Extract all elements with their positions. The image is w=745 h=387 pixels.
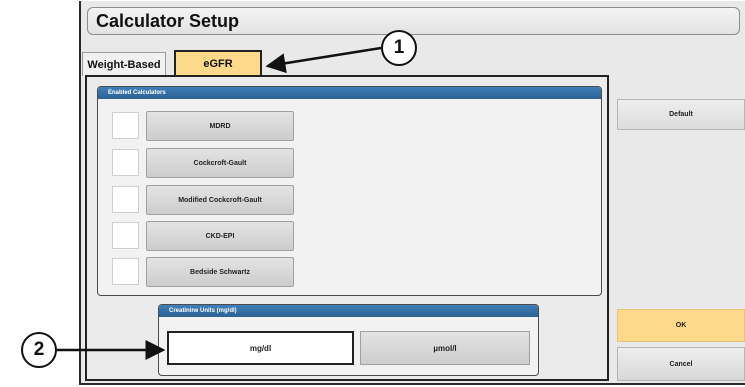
callout-2-badge: 2 xyxy=(21,332,57,368)
callout-arrows xyxy=(57,46,382,360)
callout-1-arrow xyxy=(265,46,382,74)
callout-1-badge: 1 xyxy=(381,30,417,66)
